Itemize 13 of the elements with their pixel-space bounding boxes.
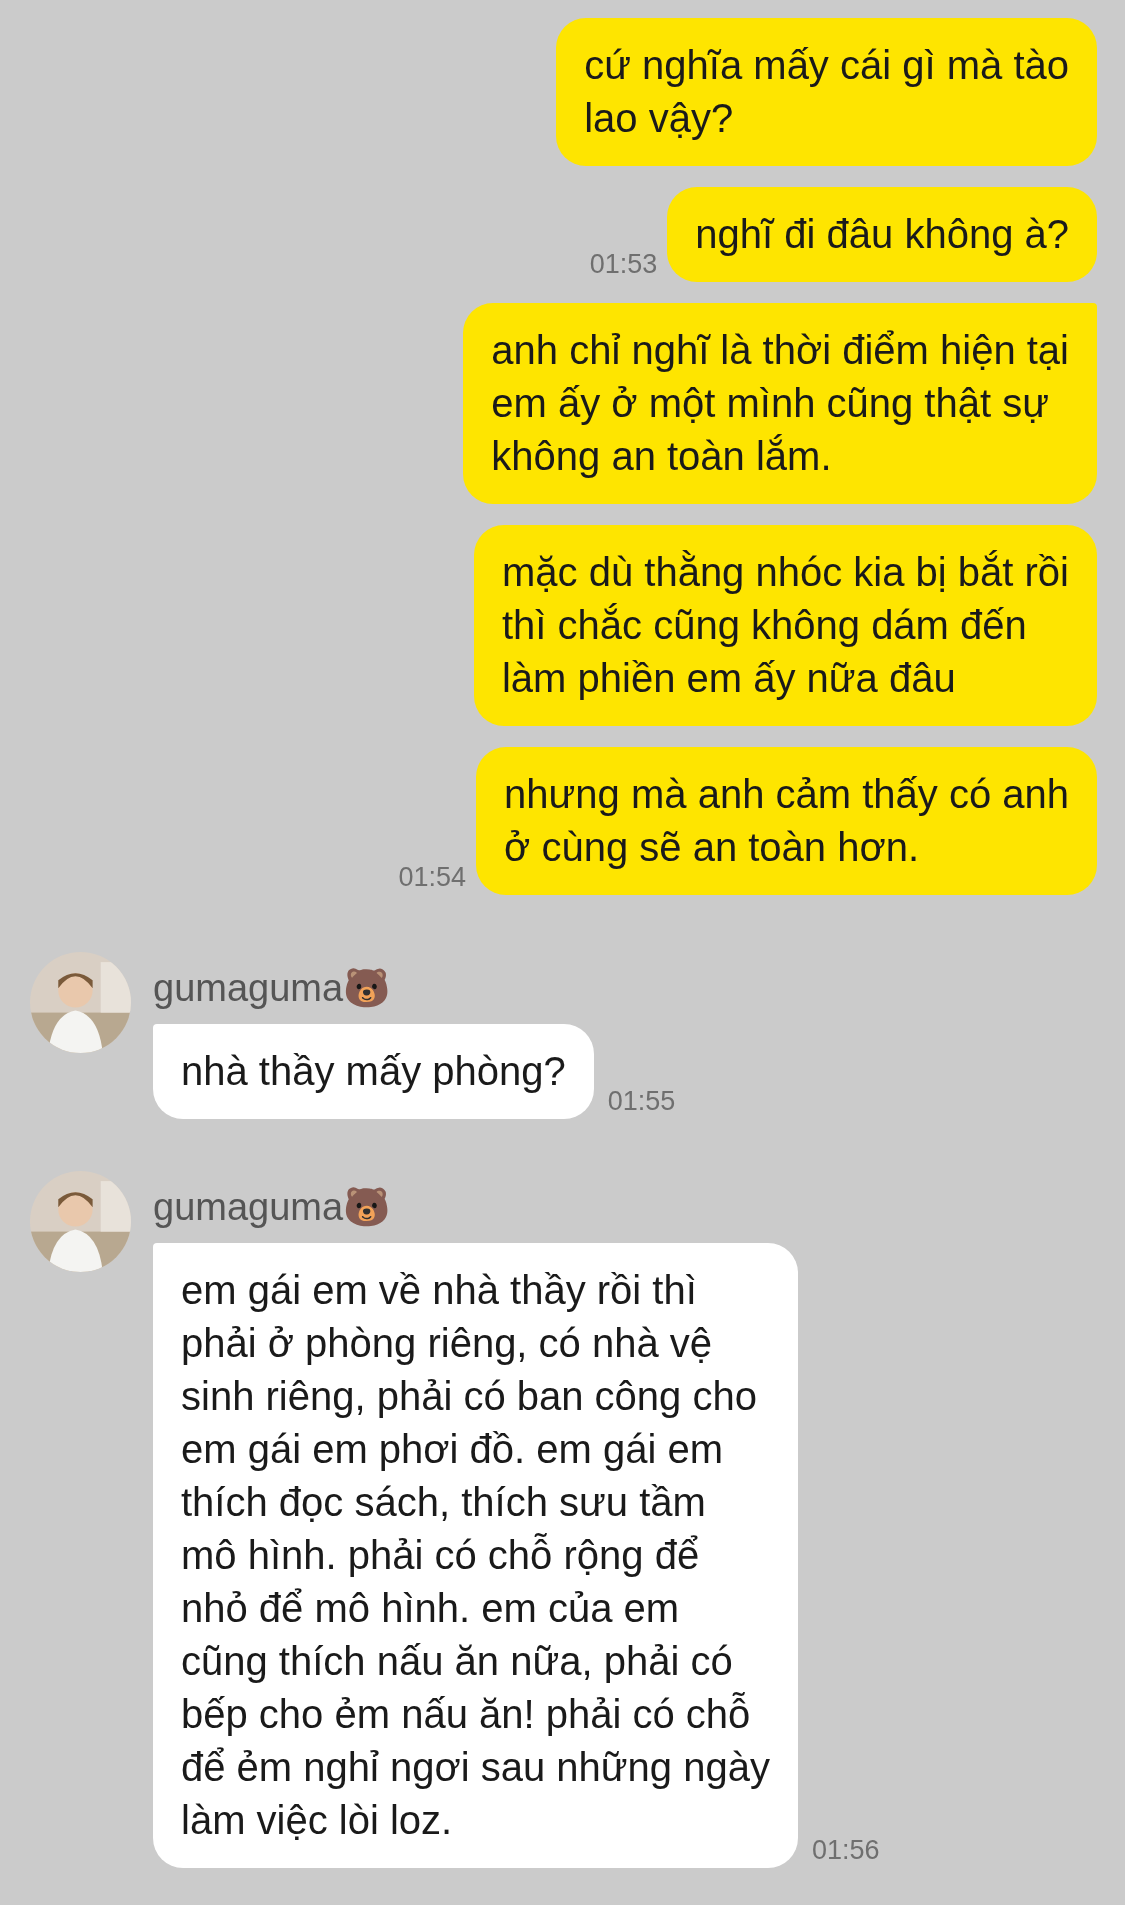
message-text: cứ nghĩa mấy cái gì mà tào lao vậy? [584,42,1069,142]
message-text: nhà thầy mấy phòng? [181,1048,566,1095]
message-text: em gái em về nhà thầy rồi thì phải ở phòng riêng, có nhà vệ sinh riêng, phải có ban công cho em gái em phơi đồ. em gái em thích đọc sách, thích sưu tầm mô hình. phải có chỗ rộng để nhỏ để mô hình. em của em cũng thích nấu ăn nữa, phải có bếp cho ẻm nấu ăn! phải có chỗ để ẻm nghỉ ngơi sau những ngày làm việc lòi loz. [181,1267,770,1844]
message-text: anh chỉ nghĩ là thời điểm hiện tại em ấy ở một mình cũng thật sự không an toàn lắm. [491,327,1069,480]
message-text: mặc dù thằng nhóc kia bị bắt rồi thì chắc cũng không dám đến làm phiền em ấy nữa đâu [502,549,1069,702]
sender-name: gumaguma🐻 [153,1185,392,1230]
message-time: 01:53 [589,251,658,278]
sender-name: gumaguma🐻 [153,966,392,1011]
message-time: 01:54 [398,864,467,891]
message-text: nhưng mà anh cảm thấy có anh ở cùng sẽ an toàn hơn. [504,771,1069,871]
message-time: 01:55 [607,1088,676,1115]
message-text: nghĩ đi đâu không à? [695,211,1069,258]
message-time: 01:56 [811,1837,880,1864]
